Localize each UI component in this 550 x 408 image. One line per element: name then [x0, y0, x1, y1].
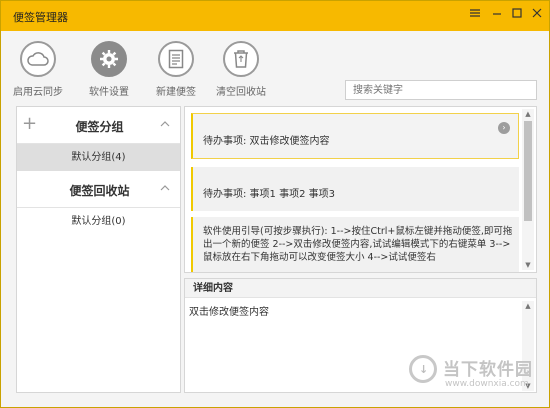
scroll-up-icon[interactable]: ▲ [522, 301, 534, 311]
title-bar[interactable]: 便签管理器 [1, 1, 549, 31]
toolbar-label: 清空回收站 [216, 87, 266, 98]
scrollbar-thumb[interactable] [524, 121, 532, 221]
maximize-icon[interactable] [509, 7, 525, 23]
note-icon [158, 41, 194, 77]
window-title: 便签管理器 [13, 11, 68, 24]
sidebar-item-default-group[interactable]: 默认分组(4) [17, 144, 180, 171]
note-groups-title: 便签分组 [75, 120, 124, 134]
new-note-button[interactable]: 新建便签 [145, 41, 207, 98]
cloud-icon [20, 41, 56, 77]
note-text: 待办事项: 双击修改便签内容 [203, 136, 330, 147]
scroll-up-icon[interactable]: ▲ [522, 109, 534, 119]
arrow-right-icon[interactable]: › [498, 122, 510, 134]
detail-content[interactable]: 双击修改便签内容 [185, 298, 536, 323]
software-settings-button[interactable]: 软件设置 [78, 41, 140, 98]
note-groups-header[interactable]: + 便签分组 [17, 107, 180, 144]
recycle-bin-header[interactable]: 便签回收站 [17, 171, 180, 208]
recycle-bin-icon [223, 41, 259, 77]
chevron-up-icon[interactable] [160, 181, 170, 194]
toolbar: 启用云同步 软件设置 新建便签 清空回收站 [1, 31, 549, 103]
close-icon[interactable] [529, 7, 545, 23]
note-card[interactable]: 待办事项: 双击修改便签内容 › [191, 113, 519, 159]
note-text: 软件使用引导(可按步骤执行): 1-->按住Ctrl+鼠标左键并拖动便签,即可拖… [203, 226, 513, 263]
chevron-up-icon[interactable] [160, 117, 170, 130]
toolbar-label: 新建便签 [156, 87, 196, 98]
sidebar-item-recycle-default-group[interactable]: 默认分组(0) [17, 208, 180, 235]
watermark-url: www.downxia.com [445, 379, 529, 389]
empty-recycle-bin-button[interactable]: 清空回收站 [210, 41, 272, 98]
note-card[interactable]: 软件使用引导(可按步骤执行): 1-->按住Ctrl+鼠标左键并拖动便签,即可拖… [191, 217, 519, 272]
watermark-title: 当下软件园 [443, 360, 533, 380]
detail-title: 详细内容 [185, 279, 536, 298]
watermark: ↓ 当下软件园 www.downxia.com [407, 353, 547, 401]
minimize-icon[interactable] [489, 7, 505, 23]
enable-cloud-sync-button[interactable]: 启用云同步 [7, 41, 69, 98]
note-text: 待办事项: 事项1 事项2 事项3 [203, 189, 335, 200]
note-card[interactable]: 待办事项: 事项1 事项2 事项3 [191, 167, 519, 211]
watermark-logo-icon: ↓ [409, 355, 437, 383]
toolbar-label: 启用云同步 [13, 87, 63, 98]
notes-scrollbar[interactable]: ▲ ▼ [522, 109, 534, 270]
recycle-bin-title: 便签回收站 [69, 184, 130, 198]
app-window: 便签管理器 启用云同步 软件设置 新建便签 清空回收站 搜索关键字 + 便签分组… [0, 0, 550, 408]
gear-icon [91, 41, 127, 77]
scroll-down-icon[interactable]: ▼ [522, 260, 534, 270]
notes-list: 待办事项: 双击修改便签内容 › 待办事项: 事项1 事项2 事项3 软件使用引… [184, 106, 537, 273]
sidebar: + 便签分组 默认分组(4) 便签回收站 默认分组(0) [16, 106, 181, 393]
menu-icon[interactable] [467, 7, 483, 23]
toolbar-label: 软件设置 [89, 87, 129, 98]
search-input[interactable] [345, 80, 537, 100]
